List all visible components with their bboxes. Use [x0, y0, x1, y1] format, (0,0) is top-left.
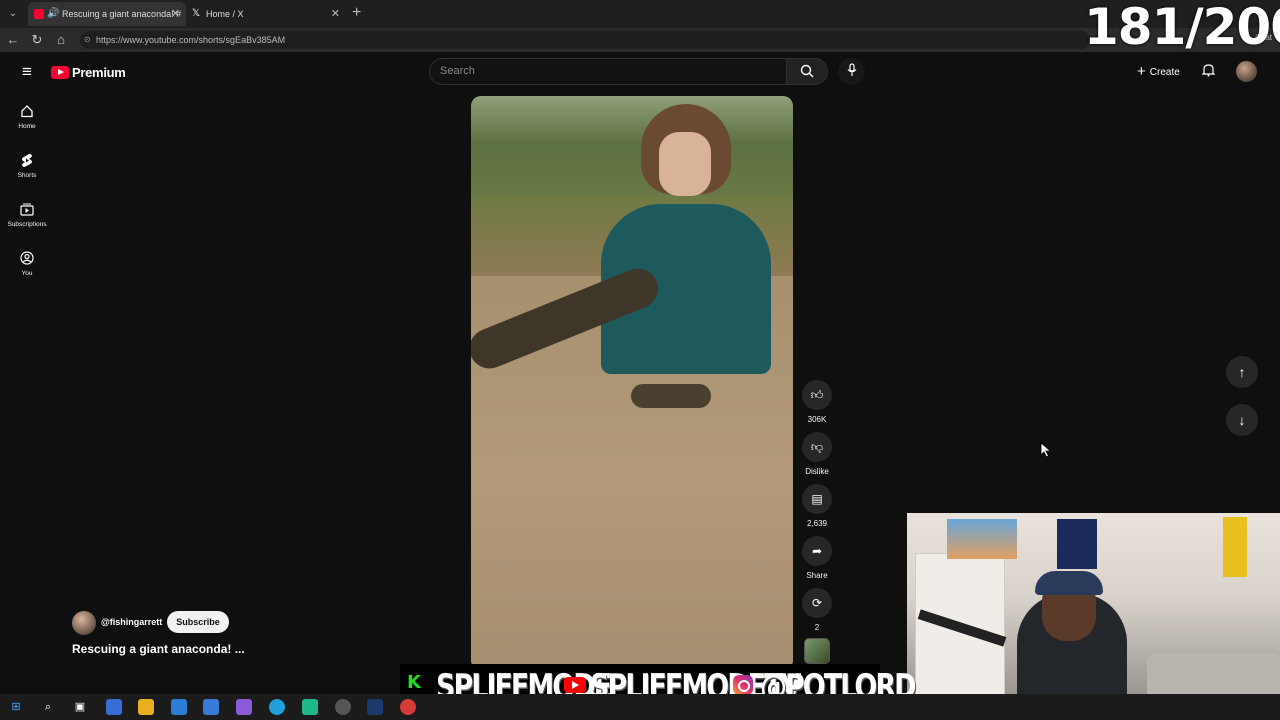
subscribe-button[interactable]: Subscribe [167, 611, 229, 633]
tab-x-home[interactable]: 𝕏 Home / X ✕ [188, 2, 346, 26]
share-label: Share [806, 571, 828, 580]
create-button[interactable]: + Create [1127, 58, 1189, 85]
comments-button[interactable]: ▤ [802, 484, 832, 514]
youtube-favicon-icon [34, 9, 44, 19]
remix-action[interactable]: ⟳ 2 [802, 588, 832, 632]
like-button[interactable]: 👍︎ [802, 380, 832, 410]
file-explorer-icon[interactable] [138, 699, 154, 715]
microphone-icon [847, 63, 856, 76]
instagram-logo-icon [733, 675, 753, 695]
youtube-premium-logo[interactable]: Premium [51, 64, 126, 80]
sidebar-item-label: Home [18, 123, 36, 130]
notifications-bell-icon[interactable] [1198, 61, 1218, 81]
search-input[interactable]: Search [429, 58, 787, 85]
streamer-webcam [907, 513, 1280, 720]
tab-title: Home / X [206, 9, 244, 19]
thumbs-down-icon: 👎︎ [810, 440, 824, 454]
stream-progress-counter: 181/200 [1084, 0, 1280, 56]
youtube-header: ≡ Premium Search + Create [0, 52, 1280, 92]
comment-icon: ▤ [811, 492, 823, 506]
channel-name[interactable]: @fishingarrett [101, 617, 162, 627]
thumbs-up-icon: 👍︎ [810, 388, 824, 402]
share-button[interactable]: ➦ [802, 536, 832, 566]
reload-icon[interactable]: ↻ [27, 30, 47, 50]
edge-icon[interactable] [269, 699, 285, 715]
sidebar-item-label: Subscriptions [7, 221, 47, 228]
short-video-player[interactable] [471, 96, 793, 670]
plus-icon: + [1137, 63, 1146, 80]
tab-list-chevron-icon[interactable]: ⌄ [5, 6, 21, 22]
shorts-icon [19, 153, 35, 169]
app-icon[interactable] [236, 699, 252, 715]
kick-logo-icon: K [407, 672, 421, 693]
store-icon[interactable] [203, 699, 219, 715]
dislike-button[interactable]: 👎︎ [802, 432, 832, 462]
obs-icon[interactable] [335, 699, 351, 715]
windows-taskbar: ⊞ ⌕ ▣ [0, 694, 1280, 720]
you-icon [19, 251, 35, 267]
back-arrow-icon[interactable]: ← [3, 30, 23, 50]
sidebar-item-you[interactable]: You [0, 251, 54, 295]
taskbar-search-icon[interactable]: ⌕ [40, 699, 56, 715]
youtube-logo-icon [564, 677, 586, 693]
task-view-icon[interactable]: ▣ [72, 699, 88, 715]
like-count: 306K [807, 415, 827, 424]
dislike-action[interactable]: 👎︎ Dislike [802, 432, 832, 476]
copilot-icon[interactable] [106, 699, 122, 715]
search-button[interactable] [786, 58, 828, 85]
sound-thumbnail[interactable] [804, 638, 830, 664]
url-field[interactable]: ⊙ https://www.youtube.com/shorts/sgEaBv3… [80, 31, 1090, 49]
outlook-icon[interactable] [171, 699, 187, 715]
windows-start-icon[interactable]: ⊞ [8, 699, 24, 715]
share-arrow-icon: ➦ [811, 544, 823, 558]
next-short-button[interactable]: ↓ [1226, 404, 1258, 436]
remix-icon: ⟳ [811, 596, 823, 610]
url-text: https://www.youtube.com/shorts/sgEaBv385… [96, 35, 286, 45]
logo-text: Premium [72, 64, 126, 80]
subscriptions-icon [19, 202, 35, 218]
sidebar-item-label: You [21, 270, 33, 277]
mouse-cursor-icon [1040, 442, 1052, 458]
comment-count: 2,639 [806, 519, 828, 528]
remix-button[interactable]: ⟳ [802, 588, 832, 618]
remix-count: 2 [814, 623, 820, 632]
tab-youtube-short[interactable]: 🔊 Rescuing a giant anaconda! # ✕ [28, 2, 186, 26]
home-icon [19, 104, 35, 120]
hamburger-menu-icon[interactable]: ≡ [17, 62, 37, 82]
youtube-play-logo-icon [51, 65, 69, 79]
sidebar-item-subscriptions[interactable]: Subscriptions [0, 202, 54, 246]
home-button-icon[interactable]: ⌂ [51, 30, 71, 50]
x-favicon-icon: 𝕏 [192, 8, 201, 19]
sidebar-item-home[interactable]: Home [0, 104, 54, 148]
chrome-icon[interactable] [400, 699, 416, 715]
arrow-down-icon: ↓ [1238, 412, 1246, 428]
short-title[interactable]: Rescuing a giant anaconda! ... [72, 642, 245, 656]
account-avatar[interactable] [1236, 61, 1257, 82]
create-label: Create [1149, 67, 1180, 78]
previous-short-button[interactable]: ↑ [1226, 356, 1258, 388]
site-info-icon[interactable]: ⊙ [84, 31, 91, 49]
close-tab-icon[interactable]: ✕ [171, 2, 180, 26]
channel-avatar[interactable] [72, 611, 96, 635]
share-action[interactable]: ➦ Share [802, 536, 832, 580]
sidebar-item-shorts[interactable]: Shorts [0, 153, 54, 197]
tab-title: Rescuing a giant anaconda! # [62, 9, 182, 19]
voice-search-button[interactable] [838, 58, 865, 85]
steam-icon[interactable] [367, 699, 383, 715]
video-scene-person [591, 104, 771, 374]
dislike-label: Dislike [805, 467, 829, 476]
new-tab-button[interactable]: + [352, 3, 361, 23]
close-tab-icon[interactable]: ✕ [331, 2, 340, 26]
search-icon [800, 64, 814, 78]
arrow-up-icon: ↑ [1238, 364, 1246, 380]
comments-action[interactable]: ▤ 2,639 [802, 484, 832, 528]
app-icon[interactable] [302, 699, 318, 715]
audio-playing-icon[interactable]: 🔊 [47, 2, 59, 26]
screen: ⌄ 🔊 Rescuing a giant anaconda! # ✕ 𝕏 Hom… [0, 0, 1280, 720]
like-action[interactable]: 👍︎ 306K [802, 380, 832, 424]
sidebar-item-label: Shorts [17, 172, 37, 179]
video-scene-anaconda-head [631, 384, 711, 408]
